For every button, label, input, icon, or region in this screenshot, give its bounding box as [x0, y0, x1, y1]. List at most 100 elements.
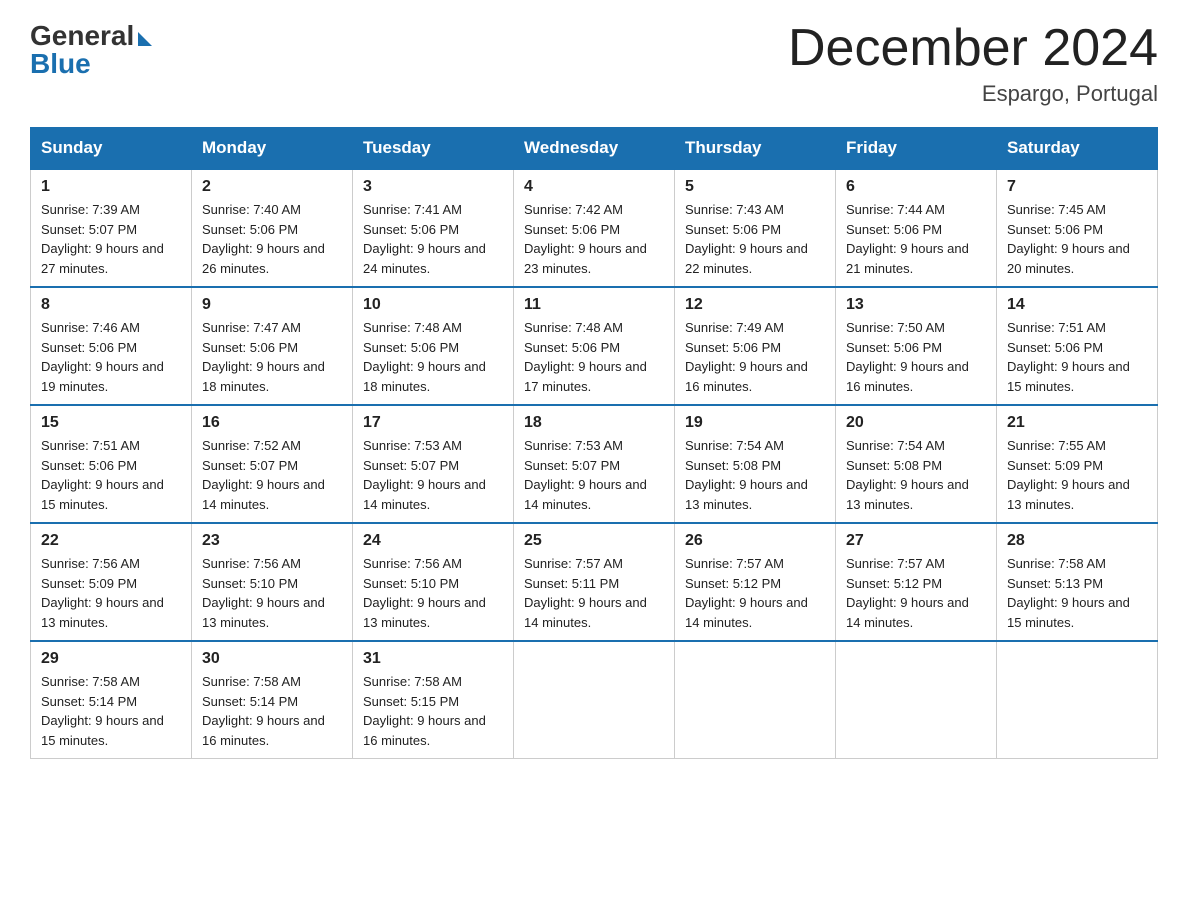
calendar-day-cell: 15 Sunrise: 7:51 AM Sunset: 5:06 PM Dayl…: [31, 405, 192, 523]
calendar-day-cell: 14 Sunrise: 7:51 AM Sunset: 5:06 PM Dayl…: [997, 287, 1158, 405]
calendar-day-cell: 6 Sunrise: 7:44 AM Sunset: 5:06 PM Dayli…: [836, 169, 997, 287]
day-header-sunday: Sunday: [31, 128, 192, 170]
calendar-day-cell: 3 Sunrise: 7:41 AM Sunset: 5:06 PM Dayli…: [353, 169, 514, 287]
day-number: 1: [41, 178, 181, 196]
title-block: December 2024 Espargo, Portugal: [788, 20, 1158, 107]
calendar-day-cell: 2 Sunrise: 7:40 AM Sunset: 5:06 PM Dayli…: [192, 169, 353, 287]
calendar-day-cell: 30 Sunrise: 7:58 AM Sunset: 5:14 PM Dayl…: [192, 641, 353, 759]
logo: General Blue: [30, 20, 152, 80]
day-info: Sunrise: 7:56 AM Sunset: 5:10 PM Dayligh…: [363, 554, 503, 632]
calendar-week-row: 22 Sunrise: 7:56 AM Sunset: 5:09 PM Dayl…: [31, 523, 1158, 641]
day-number: 19: [685, 414, 825, 432]
calendar-week-row: 8 Sunrise: 7:46 AM Sunset: 5:06 PM Dayli…: [31, 287, 1158, 405]
month-year-title: December 2024: [788, 20, 1158, 77]
day-info: Sunrise: 7:42 AM Sunset: 5:06 PM Dayligh…: [524, 200, 664, 278]
calendar-table: SundayMondayTuesdayWednesdayThursdayFrid…: [30, 127, 1158, 759]
day-number: 28: [1007, 532, 1147, 550]
day-number: 3: [363, 178, 503, 196]
day-info: Sunrise: 7:49 AM Sunset: 5:06 PM Dayligh…: [685, 318, 825, 396]
day-info: Sunrise: 7:57 AM Sunset: 5:11 PM Dayligh…: [524, 554, 664, 632]
calendar-week-row: 1 Sunrise: 7:39 AM Sunset: 5:07 PM Dayli…: [31, 169, 1158, 287]
calendar-day-cell: [675, 641, 836, 759]
day-header-saturday: Saturday: [997, 128, 1158, 170]
day-info: Sunrise: 7:52 AM Sunset: 5:07 PM Dayligh…: [202, 436, 342, 514]
day-number: 12: [685, 296, 825, 314]
day-header-thursday: Thursday: [675, 128, 836, 170]
day-info: Sunrise: 7:58 AM Sunset: 5:14 PM Dayligh…: [41, 672, 181, 750]
day-info: Sunrise: 7:48 AM Sunset: 5:06 PM Dayligh…: [524, 318, 664, 396]
calendar-day-cell: 29 Sunrise: 7:58 AM Sunset: 5:14 PM Dayl…: [31, 641, 192, 759]
day-number: 15: [41, 414, 181, 432]
calendar-day-cell: 28 Sunrise: 7:58 AM Sunset: 5:13 PM Dayl…: [997, 523, 1158, 641]
calendar-day-cell: 10 Sunrise: 7:48 AM Sunset: 5:06 PM Dayl…: [353, 287, 514, 405]
day-info: Sunrise: 7:43 AM Sunset: 5:06 PM Dayligh…: [685, 200, 825, 278]
calendar-day-cell: [836, 641, 997, 759]
day-number: 13: [846, 296, 986, 314]
day-info: Sunrise: 7:51 AM Sunset: 5:06 PM Dayligh…: [1007, 318, 1147, 396]
day-number: 26: [685, 532, 825, 550]
calendar-day-cell: 12 Sunrise: 7:49 AM Sunset: 5:06 PM Dayl…: [675, 287, 836, 405]
day-number: 16: [202, 414, 342, 432]
day-number: 14: [1007, 296, 1147, 314]
calendar-day-cell: 25 Sunrise: 7:57 AM Sunset: 5:11 PM Dayl…: [514, 523, 675, 641]
calendar-day-cell: 16 Sunrise: 7:52 AM Sunset: 5:07 PM Dayl…: [192, 405, 353, 523]
calendar-day-cell: 5 Sunrise: 7:43 AM Sunset: 5:06 PM Dayli…: [675, 169, 836, 287]
logo-arrow-icon: [138, 32, 152, 46]
day-info: Sunrise: 7:44 AM Sunset: 5:06 PM Dayligh…: [846, 200, 986, 278]
day-number: 11: [524, 296, 664, 314]
calendar-day-cell: 4 Sunrise: 7:42 AM Sunset: 5:06 PM Dayli…: [514, 169, 675, 287]
day-number: 25: [524, 532, 664, 550]
day-info: Sunrise: 7:45 AM Sunset: 5:06 PM Dayligh…: [1007, 200, 1147, 278]
calendar-day-cell: 24 Sunrise: 7:56 AM Sunset: 5:10 PM Dayl…: [353, 523, 514, 641]
calendar-day-cell: [997, 641, 1158, 759]
day-number: 29: [41, 650, 181, 668]
day-number: 20: [846, 414, 986, 432]
day-number: 24: [363, 532, 503, 550]
day-info: Sunrise: 7:58 AM Sunset: 5:14 PM Dayligh…: [202, 672, 342, 750]
day-number: 6: [846, 178, 986, 196]
calendar-day-cell: 7 Sunrise: 7:45 AM Sunset: 5:06 PM Dayli…: [997, 169, 1158, 287]
day-info: Sunrise: 7:51 AM Sunset: 5:06 PM Dayligh…: [41, 436, 181, 514]
day-number: 23: [202, 532, 342, 550]
day-info: Sunrise: 7:57 AM Sunset: 5:12 PM Dayligh…: [685, 554, 825, 632]
calendar-day-cell: 23 Sunrise: 7:56 AM Sunset: 5:10 PM Dayl…: [192, 523, 353, 641]
day-info: Sunrise: 7:56 AM Sunset: 5:10 PM Dayligh…: [202, 554, 342, 632]
day-number: 7: [1007, 178, 1147, 196]
day-number: 21: [1007, 414, 1147, 432]
day-info: Sunrise: 7:55 AM Sunset: 5:09 PM Dayligh…: [1007, 436, 1147, 514]
day-number: 31: [363, 650, 503, 668]
day-header-monday: Monday: [192, 128, 353, 170]
calendar-day-cell: 22 Sunrise: 7:56 AM Sunset: 5:09 PM Dayl…: [31, 523, 192, 641]
day-number: 10: [363, 296, 503, 314]
days-of-week-row: SundayMondayTuesdayWednesdayThursdayFrid…: [31, 128, 1158, 170]
calendar-day-cell: 19 Sunrise: 7:54 AM Sunset: 5:08 PM Dayl…: [675, 405, 836, 523]
day-number: 9: [202, 296, 342, 314]
calendar-day-cell: 1 Sunrise: 7:39 AM Sunset: 5:07 PM Dayli…: [31, 169, 192, 287]
day-number: 17: [363, 414, 503, 432]
calendar-day-cell: 27 Sunrise: 7:57 AM Sunset: 5:12 PM Dayl…: [836, 523, 997, 641]
calendar-day-cell: 13 Sunrise: 7:50 AM Sunset: 5:06 PM Dayl…: [836, 287, 997, 405]
day-number: 30: [202, 650, 342, 668]
day-header-wednesday: Wednesday: [514, 128, 675, 170]
calendar-day-cell: 26 Sunrise: 7:57 AM Sunset: 5:12 PM Dayl…: [675, 523, 836, 641]
calendar-day-cell: 17 Sunrise: 7:53 AM Sunset: 5:07 PM Dayl…: [353, 405, 514, 523]
day-info: Sunrise: 7:48 AM Sunset: 5:06 PM Dayligh…: [363, 318, 503, 396]
day-info: Sunrise: 7:40 AM Sunset: 5:06 PM Dayligh…: [202, 200, 342, 278]
day-info: Sunrise: 7:46 AM Sunset: 5:06 PM Dayligh…: [41, 318, 181, 396]
calendar-week-row: 15 Sunrise: 7:51 AM Sunset: 5:06 PM Dayl…: [31, 405, 1158, 523]
calendar-day-cell: 18 Sunrise: 7:53 AM Sunset: 5:07 PM Dayl…: [514, 405, 675, 523]
day-header-tuesday: Tuesday: [353, 128, 514, 170]
day-number: 4: [524, 178, 664, 196]
calendar-day-cell: 9 Sunrise: 7:47 AM Sunset: 5:06 PM Dayli…: [192, 287, 353, 405]
day-info: Sunrise: 7:53 AM Sunset: 5:07 PM Dayligh…: [363, 436, 503, 514]
calendar-day-cell: 8 Sunrise: 7:46 AM Sunset: 5:06 PM Dayli…: [31, 287, 192, 405]
day-header-friday: Friday: [836, 128, 997, 170]
day-number: 8: [41, 296, 181, 314]
day-number: 2: [202, 178, 342, 196]
page-header: General Blue December 2024 Espargo, Port…: [30, 20, 1158, 107]
day-number: 27: [846, 532, 986, 550]
calendar-day-cell: 11 Sunrise: 7:48 AM Sunset: 5:06 PM Dayl…: [514, 287, 675, 405]
calendar-day-cell: [514, 641, 675, 759]
day-info: Sunrise: 7:50 AM Sunset: 5:06 PM Dayligh…: [846, 318, 986, 396]
day-number: 22: [41, 532, 181, 550]
